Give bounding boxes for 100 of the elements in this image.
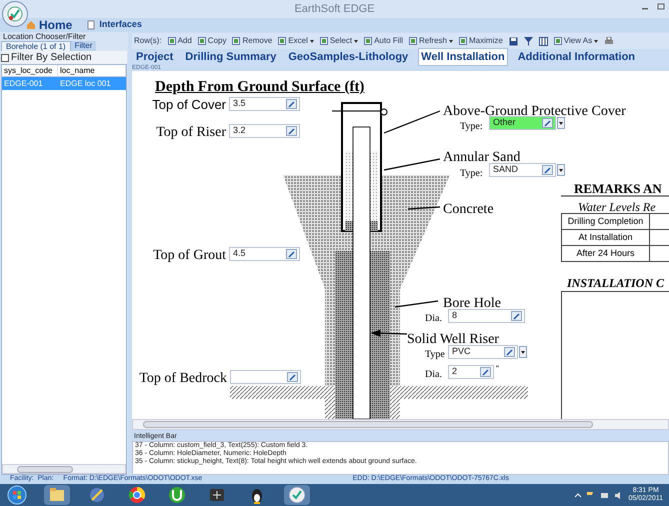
toolbar-icon bbox=[198, 37, 206, 45]
tab[interactable]: GeoSamples-Lithology bbox=[286, 48, 410, 66]
edit-button[interactable] bbox=[511, 311, 522, 321]
dropdown-button[interactable] bbox=[519, 346, 527, 358]
caret-icon bbox=[354, 40, 358, 42]
unit-label: " bbox=[496, 363, 499, 375]
table-cell-text: EDGE loc 001 bbox=[59, 78, 112, 90]
field-label: Type bbox=[425, 348, 445, 362]
pencil-icon bbox=[482, 368, 489, 376]
toolbar-button[interactable]: Refresh bbox=[408, 35, 453, 47]
chevron-up-icon bbox=[575, 492, 582, 498]
toolbar-icon bbox=[554, 37, 562, 45]
toolbar-button[interactable]: Auto Fill bbox=[364, 35, 403, 47]
network-icon bbox=[600, 490, 610, 500]
scrollbar[interactable] bbox=[132, 419, 669, 430]
toolbar-icon bbox=[320, 37, 328, 45]
caret-icon bbox=[521, 350, 525, 354]
scroll-thumb[interactable] bbox=[143, 421, 593, 428]
columns-icon bbox=[538, 36, 548, 46]
input-field[interactable]: 3.5 bbox=[229, 97, 300, 111]
tab[interactable]: Project bbox=[134, 48, 176, 66]
tab[interactable]: Well Installation bbox=[418, 48, 508, 66]
column-header[interactable]: sys_loc_code bbox=[2, 65, 58, 76]
toolbar-button[interactable]: Excel bbox=[278, 35, 314, 47]
section-title: Depth From Ground Surface (ft) bbox=[155, 78, 364, 97]
pencil-icon bbox=[544, 120, 551, 126]
field-label: Solid Well Riser bbox=[407, 331, 499, 348]
field-label: Dia. bbox=[425, 312, 442, 326]
toolbar-button[interactable]: Copy bbox=[198, 35, 226, 47]
toolbar-button[interactable]: View As bbox=[554, 35, 598, 47]
input-field[interactable]: 2 bbox=[448, 365, 494, 379]
checkmark-icon bbox=[287, 485, 307, 505]
pencil-icon bbox=[288, 128, 295, 134]
input-field[interactable]: 8 bbox=[448, 309, 525, 323]
ribbon-tab[interactable]: Interfaces bbox=[84, 18, 144, 32]
printer-icon bbox=[604, 36, 614, 46]
ribbon-tab[interactable]: Home bbox=[24, 16, 74, 34]
pencil-icon bbox=[544, 166, 551, 174]
tab[interactable]: Additional Information bbox=[516, 48, 638, 66]
document-icon bbox=[86, 20, 96, 30]
checkbox-label: Filter By Selection bbox=[11, 51, 92, 65]
section-title: REMARKS AN bbox=[574, 180, 662, 198]
toolbar-button[interactable]: Remove bbox=[232, 35, 272, 47]
input-field[interactable]: 4.5 bbox=[229, 247, 300, 261]
field-label: Dia. bbox=[425, 368, 442, 382]
table-cell: Drilling Completion bbox=[561, 213, 650, 230]
column-header[interactable]: loc_name bbox=[58, 65, 126, 76]
caret-icon bbox=[594, 40, 598, 42]
input-field[interactable] bbox=[230, 370, 301, 384]
dropdown-button[interactable] bbox=[557, 164, 565, 176]
field-label: Annular Sand bbox=[443, 149, 520, 166]
toolbar-button[interactable]: Add bbox=[168, 35, 192, 47]
toolbar-button[interactable]: Maximize bbox=[459, 35, 503, 47]
toolbar-icon bbox=[232, 37, 240, 45]
edit-button[interactable] bbox=[480, 367, 491, 377]
edit-button[interactable] bbox=[286, 249, 297, 259]
edit-button[interactable] bbox=[286, 126, 297, 136]
caret-icon bbox=[310, 40, 314, 42]
windows-logo-icon bbox=[7, 485, 27, 505]
filter-icon bbox=[524, 36, 533, 46]
toolbar-button[interactable]: Select bbox=[320, 35, 358, 47]
edit-button[interactable] bbox=[287, 372, 298, 382]
input-field[interactable]: PVC bbox=[448, 345, 518, 359]
window-title: EarthSoft EDGE bbox=[294, 2, 375, 17]
edit-button[interactable] bbox=[542, 118, 553, 128]
caret-icon bbox=[559, 168, 563, 172]
field-label: Type: bbox=[460, 120, 483, 134]
edit-button[interactable] bbox=[542, 165, 553, 175]
table-cell-text: EDGE-001 bbox=[3, 78, 44, 90]
section-subtitle: Water Levels Re bbox=[578, 199, 656, 216]
toolbar-icon bbox=[278, 37, 286, 45]
edit-button[interactable] bbox=[286, 99, 297, 109]
caret-icon bbox=[559, 122, 563, 124]
checkbox[interactable] bbox=[1, 54, 9, 62]
house-icon bbox=[26, 20, 36, 30]
panel-tab[interactable]: Borehole (1 of 1) bbox=[1, 41, 71, 51]
field-label: Top of Bedrock bbox=[138, 370, 227, 388]
input-field[interactable]: 3.2 bbox=[229, 124, 300, 138]
browser-icon bbox=[127, 485, 147, 505]
input-field[interactable]: Other bbox=[489, 116, 556, 130]
tab[interactable]: Drilling Summary bbox=[183, 48, 278, 66]
app-menu-button[interactable] bbox=[2, 1, 28, 27]
panel-title: Location Chooser/Filter bbox=[2, 32, 87, 41]
field-label: Top of Grout bbox=[152, 247, 226, 265]
edit-button[interactable] bbox=[504, 347, 515, 357]
field-label: Type: bbox=[460, 167, 483, 181]
panel-tab[interactable]: Filter bbox=[70, 41, 96, 51]
pencil-icon bbox=[506, 348, 513, 356]
dropdown-button[interactable] bbox=[557, 117, 565, 129]
toolbar-icon bbox=[459, 37, 467, 45]
toolbar-label: Row(s): bbox=[134, 35, 162, 47]
pencil-icon bbox=[288, 100, 295, 108]
caret-icon bbox=[449, 40, 453, 42]
input-field[interactable]: SAND bbox=[489, 163, 556, 177]
pencil-icon bbox=[288, 250, 295, 258]
pencil-icon bbox=[289, 374, 296, 380]
scrollbar[interactable] bbox=[2, 464, 126, 474]
toolbar-icon bbox=[408, 37, 417, 45]
satellite-icon bbox=[87, 485, 107, 505]
scroll-thumb[interactable] bbox=[17, 466, 73, 472]
